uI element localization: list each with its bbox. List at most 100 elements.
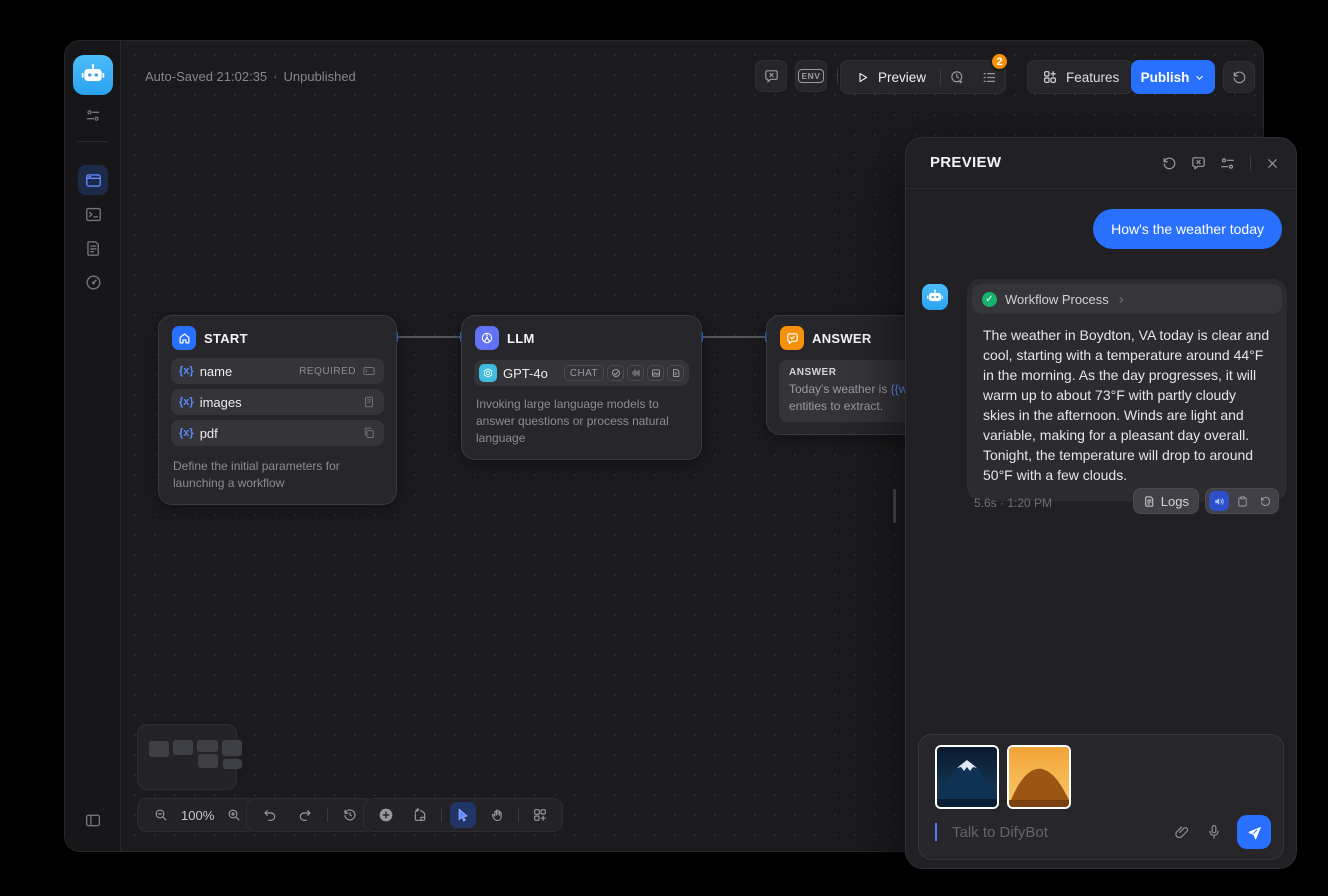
bot-avatar: [922, 284, 948, 310]
close-panel-icon[interactable]: [1265, 156, 1280, 171]
copy-message-button[interactable]: [1232, 491, 1252, 511]
audio-capability-icon: [627, 365, 644, 381]
clear-chat-icon[interactable]: [1190, 155, 1207, 172]
variable-name: name: [200, 364, 233, 379]
sidebar-item-api[interactable]: [78, 199, 108, 229]
start-field-name: {x} name REQUIRED: [171, 358, 384, 384]
answer-node-title: ANSWER: [812, 331, 872, 346]
voice-input-icon[interactable]: [1205, 823, 1223, 841]
redo-button[interactable]: [292, 802, 318, 828]
llm-model-icon: [475, 326, 499, 350]
files-stack-icon: [362, 426, 376, 440]
image-capability-icon: [647, 365, 664, 381]
canvas-minimap[interactable]: [137, 724, 237, 790]
annotation-button[interactable]: [755, 60, 787, 92]
required-tag: REQUIRED: [299, 366, 356, 377]
logs-document-icon: [84, 239, 103, 258]
publish-status: Unpublished: [284, 69, 356, 84]
node-start[interactable]: START {x} name REQUIRED {x} images: [158, 315, 397, 505]
autosave-time: Auto-Saved 21:02:35: [145, 69, 267, 84]
sidebar-item-orchestrate[interactable]: [78, 165, 108, 195]
text-cursor: [935, 823, 937, 841]
sidebar: [65, 41, 121, 851]
zoom-level[interactable]: 100%: [181, 808, 214, 823]
add-node-button[interactable]: [373, 802, 399, 828]
chevron-right-icon: ›: [1119, 291, 1124, 308]
checklist-icon: [981, 69, 998, 86]
edge-llm-to-answer: [702, 336, 766, 338]
template-text: Today's weather is: [789, 382, 891, 396]
text-to-speech-button[interactable]: [1209, 491, 1229, 511]
sidebar-item-logs[interactable]: [78, 233, 108, 263]
robot-icon: [926, 288, 944, 306]
variable-name: pdf: [200, 426, 218, 441]
app-logo[interactable]: [73, 55, 113, 95]
environment-variables-button[interactable]: ENV: [795, 60, 827, 92]
uploaded-image-thumbnail-fuji[interactable]: [935, 745, 999, 809]
chat-input-box[interactable]: [918, 734, 1284, 860]
attached-images: [935, 745, 1071, 809]
answer-bubble-icon: [780, 326, 804, 350]
zoom-out-button[interactable]: [148, 802, 174, 828]
pointer-mode-button[interactable]: [450, 802, 476, 828]
chat-input[interactable]: [952, 824, 1159, 841]
home-icon: [172, 326, 196, 350]
autosave-status: Auto-Saved 21:02:35 · Unpublished: [145, 69, 356, 84]
preview-panel: PREVIEW How's the weather today: [905, 137, 1297, 869]
window-icon: [84, 171, 103, 190]
regenerate-button[interactable]: [1255, 491, 1275, 511]
history-restore-icon: [1231, 69, 1248, 86]
variable-name: images: [200, 395, 242, 410]
preview-run-label: Preview: [878, 70, 926, 85]
hand-mode-button[interactable]: [484, 802, 510, 828]
bot-message-text: The weather in Boydton, VA today is clea…: [967, 319, 1287, 501]
logs-icon: [1143, 495, 1156, 508]
panel-divider: [1250, 155, 1251, 171]
node-llm[interactable]: LLM GPT-4o CHAT: [461, 315, 702, 460]
collapse-sidebar-icon[interactable]: [83, 811, 102, 830]
file-field-icon: [362, 395, 376, 409]
openai-icon: [479, 364, 497, 382]
features-button[interactable]: Features: [1027, 60, 1134, 94]
vision-capability-icon: [607, 365, 624, 381]
workflow-process-label: Workflow Process: [1005, 292, 1109, 307]
checklist-button[interactable]: 2: [973, 60, 1005, 94]
message-actions: Logs: [1133, 488, 1279, 514]
run-history-button[interactable]: [941, 60, 973, 94]
gauge-icon: [84, 273, 103, 292]
preview-run-button[interactable]: Preview: [841, 70, 940, 85]
version-history-button[interactable]: [1223, 61, 1255, 93]
conversation-settings-icon[interactable]: [1219, 155, 1236, 172]
user-message-bubble: How's the weather today: [1093, 209, 1282, 249]
status-separator: ·: [273, 69, 277, 84]
workflow-process-toggle[interactable]: ✓ Workflow Process ›: [972, 284, 1282, 314]
change-history-button[interactable]: [337, 802, 363, 828]
start-node-title: START: [204, 331, 248, 346]
play-icon: [855, 70, 870, 85]
zoom-in-button[interactable]: [221, 802, 247, 828]
bot-message-card: ✓ Workflow Process › The weather in Boyd…: [967, 279, 1287, 501]
robot-icon: [80, 62, 106, 88]
env-icon: ENV: [798, 69, 825, 83]
sidebar-divider: [77, 141, 108, 142]
run-button-group: Preview 2: [840, 60, 1006, 94]
preferences-sliders-icon[interactable]: [84, 107, 101, 124]
attach-file-icon[interactable]: [1173, 823, 1191, 841]
logs-button[interactable]: Logs: [1133, 488, 1199, 514]
zoom-controls: 100%: [137, 798, 258, 832]
sidebar-item-monitoring[interactable]: [78, 267, 108, 297]
undo-button[interactable]: [257, 802, 283, 828]
restart-conversation-icon[interactable]: [1161, 155, 1178, 172]
add-note-button[interactable]: [407, 802, 433, 828]
uploaded-image-thumbnail-mountain[interactable]: [1007, 745, 1071, 809]
variable-prefix: {x}: [179, 427, 194, 439]
undo-redo-controls: [246, 798, 374, 832]
canvas-scrollbar[interactable]: [893, 489, 896, 523]
llm-node-description: Invoking large language models to answer…: [462, 386, 701, 459]
chat-x-icon: [763, 68, 780, 85]
send-message-button[interactable]: [1237, 815, 1271, 849]
preview-panel-actions: [1161, 138, 1280, 188]
organize-nodes-button[interactable]: [527, 802, 553, 828]
publish-button[interactable]: Publish: [1131, 60, 1215, 94]
start-field-pdf: {x} pdf: [171, 420, 384, 446]
